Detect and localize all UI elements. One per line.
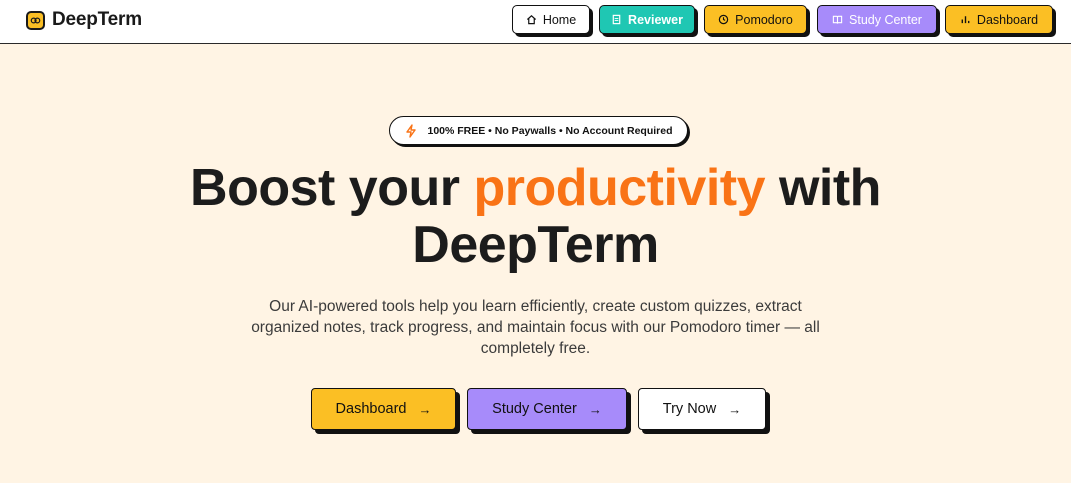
title-prefix: Boost your (190, 159, 460, 217)
cta-study-center-button[interactable]: Study Center → (467, 388, 627, 430)
hero-title: Boost your productivity with DeepTerm (100, 160, 971, 274)
top-navbar: DeepTerm Home Reviewer Pomodoro Study Ce… (0, 0, 1071, 44)
hero-description: Our AI-powered tools help you learn effi… (251, 298, 820, 357)
brain-icon (26, 10, 45, 30)
cta-study-center-label: Study Center (492, 401, 577, 417)
nav-pomodoro-label: Pomodoro (735, 12, 793, 27)
cta-try-now-label: Try Now (662, 401, 717, 417)
nav-dashboard-label: Dashboard (976, 12, 1039, 27)
nav-reviewer-label: Reviewer (628, 12, 683, 27)
nav-dashboard-button[interactable]: Dashboard (945, 5, 1053, 34)
arrow-right-icon: → (418, 401, 432, 417)
free-badge: 100% FREE • No Paywalls • No Account Req… (389, 116, 688, 145)
nav-pomodoro-button[interactable]: Pomodoro (704, 5, 807, 34)
title-accent: productivity (473, 159, 766, 217)
nav-reviewer-button[interactable]: Reviewer (599, 5, 695, 34)
nav-home-button[interactable]: Home (512, 5, 590, 34)
cta-dashboard-button[interactable]: Dashboard → (311, 388, 456, 430)
badge-text: 100% FREE • No Paywalls • No Account Req… (427, 124, 673, 137)
book-icon (832, 15, 843, 24)
home-icon (526, 15, 536, 25)
brand-name: DeepTerm (52, 9, 142, 30)
nav-study-center-button[interactable]: Study Center (817, 5, 937, 34)
arrow-right-icon: → (728, 401, 742, 417)
lightning-icon (406, 123, 417, 138)
cta-dashboard-label: Dashboard (335, 401, 407, 417)
nav-study-center-label: Study Center (849, 12, 922, 27)
nav-home-label: Home (542, 12, 577, 27)
bar-chart-icon (961, 16, 970, 24)
cta-try-now-button[interactable]: Try Now → (638, 388, 766, 430)
document-icon (612, 14, 621, 25)
arrow-right-icon: → (588, 401, 602, 417)
brand[interactable]: DeepTerm (26, 9, 142, 31)
clock-icon (718, 14, 729, 25)
